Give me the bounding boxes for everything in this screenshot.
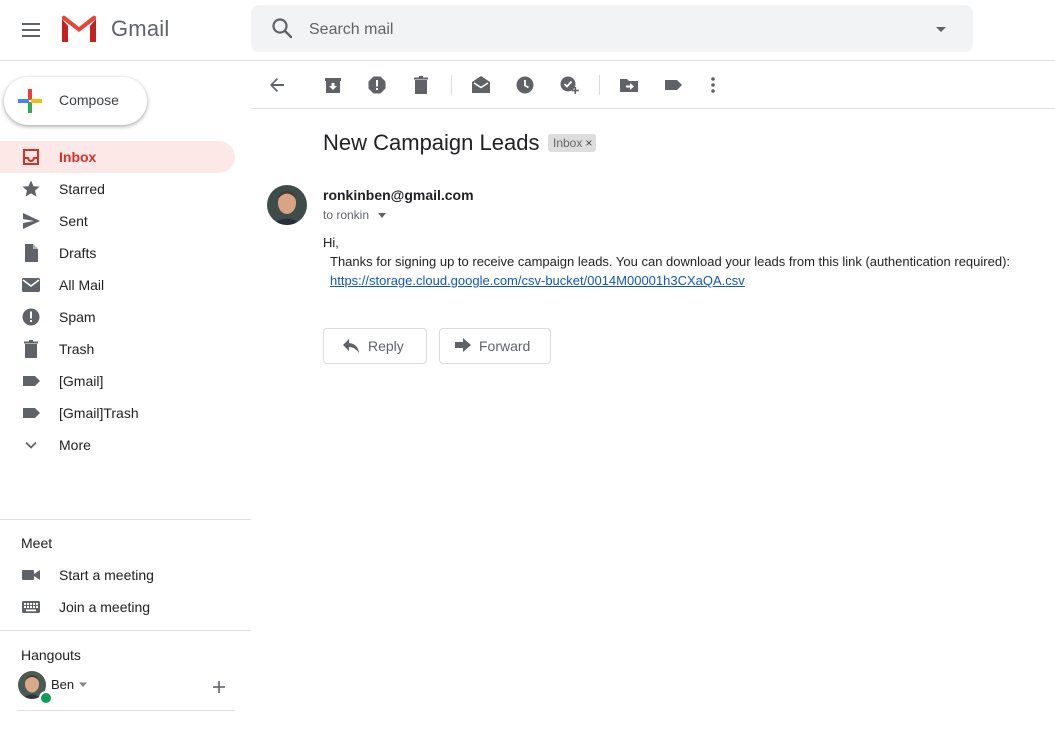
compose-plus-icon bbox=[17, 88, 43, 114]
star-icon bbox=[21, 179, 41, 199]
toolbar-separator bbox=[451, 75, 452, 95]
caret-down-icon[interactable] bbox=[78, 681, 88, 689]
hangouts-bottom-divider bbox=[17, 710, 235, 711]
back-arrow-icon[interactable] bbox=[267, 75, 287, 95]
reply-button[interactable]: Reply bbox=[323, 328, 427, 364]
send-icon bbox=[21, 211, 41, 231]
join-meeting-label: Join a meeting bbox=[59, 599, 151, 615]
join-meeting-button[interactable]: Join a meeting bbox=[0, 591, 235, 623]
sidebar-item-label: More bbox=[59, 437, 91, 453]
sender-email: ronkinben@gmail.com bbox=[323, 187, 474, 203]
more-options-icon[interactable] bbox=[703, 75, 723, 95]
hangouts-title: Hangouts bbox=[21, 647, 81, 663]
reply-label: Reply bbox=[368, 338, 404, 354]
label-badge-text: Inbox bbox=[553, 136, 583, 150]
sidebar-item-label: Spam bbox=[59, 309, 96, 325]
draft-icon bbox=[21, 243, 41, 263]
sidebar-item-more[interactable]: More bbox=[0, 429, 235, 461]
message-subject: New Campaign Leads bbox=[323, 130, 540, 155]
search-icon[interactable] bbox=[271, 17, 293, 39]
hangouts-divider bbox=[0, 630, 251, 631]
add-to-tasks-icon[interactable] bbox=[559, 75, 579, 95]
snooze-clock-icon[interactable] bbox=[515, 75, 535, 95]
header-divider bbox=[0, 60, 1055, 61]
mark-as-unread-icon[interactable] bbox=[471, 75, 491, 95]
sidebar-item-sent[interactable]: Sent bbox=[0, 205, 235, 237]
trash-icon bbox=[21, 339, 41, 359]
spam-icon bbox=[21, 307, 41, 327]
label-icon bbox=[21, 371, 41, 391]
sidebar-item-label: Trash bbox=[59, 341, 95, 357]
reply-icon bbox=[342, 338, 360, 354]
hangouts-user-name[interactable]: Ben bbox=[51, 677, 74, 692]
forward-button[interactable]: Forward bbox=[439, 328, 551, 364]
online-status-indicator bbox=[39, 691, 53, 705]
sidebar-item-label: [Gmail]Trash bbox=[59, 405, 139, 421]
gmail-logo-icon[interactable] bbox=[60, 14, 98, 44]
label-icon bbox=[21, 403, 41, 423]
brand-name: Gmail bbox=[111, 16, 170, 41]
keyboard-icon bbox=[21, 597, 41, 617]
sender-avatar[interactable] bbox=[267, 185, 307, 225]
search-input[interactable] bbox=[307, 5, 911, 54]
sidebar-item-starred[interactable]: Starred bbox=[0, 173, 235, 205]
message-body: Thanks for signing up to receive campaig… bbox=[330, 254, 1011, 269]
search-options-caret-icon[interactable] bbox=[931, 19, 951, 39]
compose-label: Compose bbox=[59, 92, 119, 108]
sidebar-item-drafts[interactable]: Drafts bbox=[0, 237, 235, 269]
inbox-icon bbox=[21, 147, 41, 167]
sidebar-item-gmail-trash-label[interactable]: [Gmail]Trash bbox=[0, 397, 235, 429]
start-meeting-label: Start a meeting bbox=[59, 567, 154, 583]
sidebar-item-label: [Gmail] bbox=[59, 373, 104, 389]
mail-icon bbox=[21, 275, 41, 295]
archive-icon[interactable] bbox=[323, 75, 343, 95]
main-menu-button[interactable] bbox=[20, 19, 42, 41]
sidebar-item-label: Drafts bbox=[59, 245, 97, 261]
show-details-caret-icon[interactable] bbox=[377, 212, 387, 219]
compose-button[interactable]: Compose bbox=[4, 77, 147, 125]
remove-label-icon[interactable]: × bbox=[585, 134, 592, 152]
sidebar-item-gmail-label[interactable]: [Gmail] bbox=[0, 365, 235, 397]
download-link[interactable]: https://storage.cloud.google.com/csv-buc… bbox=[330, 273, 745, 288]
meet-divider bbox=[0, 519, 251, 520]
meet-title: Meet bbox=[21, 535, 53, 551]
delete-icon[interactable] bbox=[411, 75, 431, 95]
report-spam-icon[interactable] bbox=[367, 75, 387, 95]
sidebar-item-label: Inbox bbox=[59, 149, 97, 165]
sidebar-item-label: Starred bbox=[59, 181, 105, 197]
video-camera-icon bbox=[21, 565, 41, 585]
sidebar-item-spam[interactable]: Spam bbox=[0, 301, 235, 333]
hamburger-icon bbox=[22, 23, 40, 37]
toolbar-separator bbox=[599, 75, 600, 95]
toolbar-divider bbox=[251, 108, 1055, 109]
sidebar-item-all-mail[interactable]: All Mail bbox=[0, 269, 235, 301]
forward-label: Forward bbox=[479, 338, 531, 354]
sidebar-item-label: All Mail bbox=[59, 277, 105, 293]
message-greeting: Hi, bbox=[323, 235, 339, 250]
label-icon[interactable] bbox=[663, 75, 683, 95]
recipient-line: to ronkin bbox=[323, 208, 370, 222]
sidebar-item-label: Sent bbox=[59, 213, 88, 229]
sidebar-item-trash[interactable]: Trash bbox=[0, 333, 235, 365]
search-bar bbox=[251, 5, 973, 54]
sidebar-item-inbox[interactable]: Inbox bbox=[0, 141, 235, 173]
label-badge: Inbox × bbox=[548, 134, 597, 152]
add-icon[interactable] bbox=[210, 678, 228, 696]
chevron-down-icon bbox=[21, 435, 41, 455]
start-meeting-button[interactable]: Start a meeting bbox=[0, 559, 235, 591]
move-to-icon[interactable] bbox=[619, 75, 639, 95]
forward-icon bbox=[454, 338, 472, 354]
